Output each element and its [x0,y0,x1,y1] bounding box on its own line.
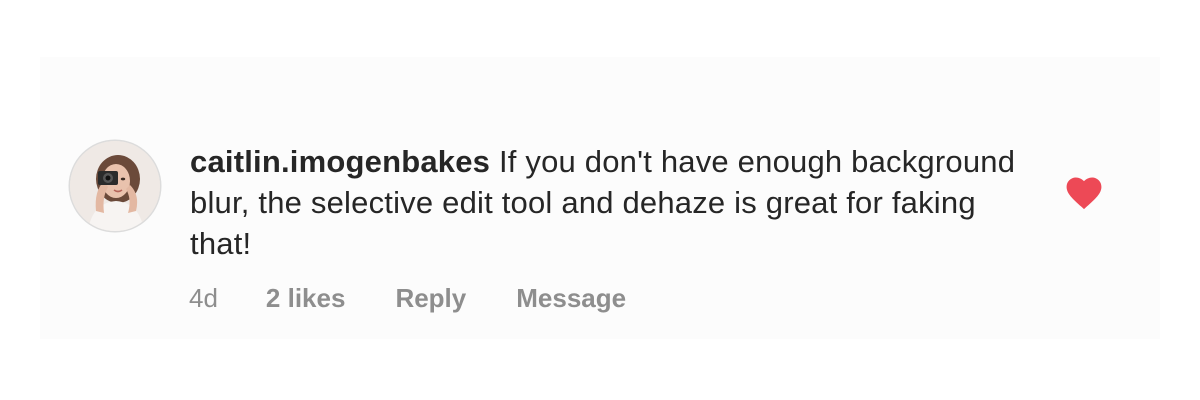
message-button[interactable]: Message [516,283,626,314]
avatar-photo [70,141,160,231]
comment-body: caitlin.imogenbakes If you don't have en… [190,141,1030,264]
comment-meta-bar: 4d 2 likes Reply Message [189,280,676,316]
like-heart-shape [1066,177,1102,210]
likes-count-link[interactable]: 2 likes [266,283,346,314]
avatar[interactable] [70,141,160,231]
comment-username[interactable]: caitlin.imogenbakes [190,144,490,179]
reply-button[interactable]: Reply [395,283,466,314]
heart-filled-icon[interactable] [1065,175,1103,211]
comment-timestamp: 4d [189,282,218,313]
